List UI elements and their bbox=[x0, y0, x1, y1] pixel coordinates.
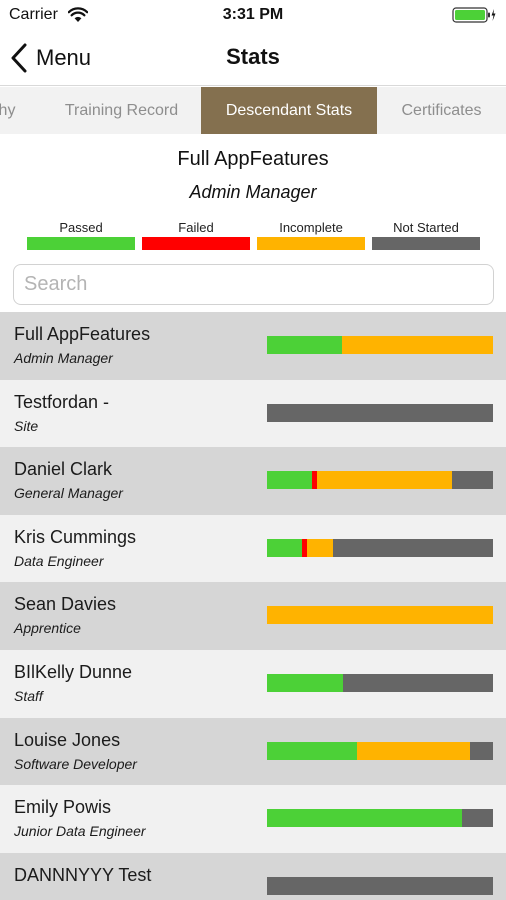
person-name: DANNNYYY Test bbox=[14, 864, 152, 885]
people-list: Full AppFeatures Admin Manager Testfordan … bbox=[0, 312, 506, 900]
progress-segment-passed bbox=[267, 673, 343, 692]
person-name: Full AppFeatures bbox=[14, 324, 151, 344]
person-row[interactable]: Daniel Clark General Manager bbox=[0, 447, 506, 515]
legend-passed: Passed bbox=[27, 219, 135, 250]
progress-bar bbox=[267, 741, 493, 760]
progress-segment-not-started bbox=[452, 471, 493, 490]
status-legend: Passed Failed Incomplete Not Started bbox=[27, 219, 481, 253]
progress-segment-not-started bbox=[267, 403, 493, 422]
progress-bar bbox=[267, 336, 493, 354]
progress-segment-not-started bbox=[342, 673, 493, 692]
person-role: Junior Data Engineer bbox=[14, 823, 146, 840]
person-row[interactable]: Kris Cummings Data Engineer bbox=[0, 514, 506, 583]
progress-segment-not-started bbox=[332, 538, 493, 557]
progress-segment-passed bbox=[267, 809, 463, 828]
person-role: Admin Manager bbox=[14, 350, 113, 366]
person-name: Testfordan - bbox=[14, 391, 110, 412]
person-row[interactable]: DANNNYYY Test bbox=[0, 852, 506, 900]
selected-person-role: Admin Manager bbox=[189, 182, 317, 202]
person-row[interactable]: Testfordan - Site bbox=[0, 379, 506, 448]
person-name: Louise Jones bbox=[14, 729, 121, 750]
progress-bar bbox=[267, 471, 493, 490]
progress-segment-passed bbox=[267, 336, 342, 354]
progress-segment-incomplete bbox=[306, 538, 333, 557]
person-role: General Manager bbox=[14, 485, 123, 502]
person-row[interactable]: Sean Davies Apprentice bbox=[0, 582, 506, 650]
status-bar: Carrier 3:31 PM bbox=[0, 0, 506, 30]
legend-label: Not Started bbox=[393, 220, 459, 235]
person-row[interactable]: BIlKelly Dunne Staff bbox=[0, 649, 506, 718]
person-role: Staff bbox=[14, 687, 43, 704]
search-box bbox=[13, 264, 494, 305]
progress-segment-incomplete bbox=[341, 336, 493, 354]
tab-training-record[interactable]: Training Record bbox=[42, 87, 201, 134]
page-title: Stats bbox=[226, 44, 280, 69]
stats-screen: Carrier 3:31 PM Menu Stats hy Training R… bbox=[0, 0, 506, 900]
person-name: Kris Cummings bbox=[14, 526, 137, 547]
legend-label: Failed bbox=[178, 220, 214, 235]
progress-segment-passed bbox=[267, 538, 303, 557]
selected-person-name: Full AppFeatures bbox=[177, 148, 329, 170]
person-name: Emily Powis bbox=[14, 797, 112, 818]
clock: 3:31 PM bbox=[222, 6, 284, 23]
legend-failed: Failed bbox=[142, 219, 250, 250]
progress-segment-incomplete bbox=[267, 606, 493, 625]
person-row[interactable]: Louise Jones Software Developer bbox=[0, 717, 506, 786]
progress-segment-incomplete bbox=[316, 471, 453, 490]
search-input[interactable] bbox=[14, 265, 493, 304]
legend-swatch bbox=[27, 237, 135, 250]
progress-bar bbox=[267, 606, 493, 625]
progress-bar bbox=[267, 809, 493, 828]
legend-label: Incomplete bbox=[279, 220, 343, 235]
person-name: Sean Davies bbox=[14, 594, 117, 615]
progress-bar bbox=[267, 538, 493, 557]
progress-bar bbox=[267, 673, 493, 692]
person-role: Data Engineer bbox=[14, 552, 104, 569]
person-role: Site bbox=[14, 417, 39, 434]
person-row[interactable]: Emily Powis Junior Data Engineer bbox=[0, 785, 506, 853]
progress-segment-incomplete bbox=[357, 741, 471, 760]
battery-icon bbox=[452, 7, 496, 23]
person-name: BIlKelly Dunne bbox=[14, 661, 133, 682]
legend-not-started: Not Started bbox=[372, 219, 480, 250]
person-row[interactable]: Full AppFeatures Admin Manager bbox=[0, 312, 506, 380]
legend-swatch bbox=[142, 237, 250, 250]
tab-certificates[interactable]: Certificates bbox=[377, 87, 506, 134]
tab-descendant-stats[interactable]: Descendant Stats bbox=[201, 87, 377, 134]
progress-bar bbox=[267, 403, 493, 422]
legend-label: Passed bbox=[59, 220, 103, 235]
progress-segment-not-started bbox=[462, 809, 493, 828]
person-name: Daniel Clark bbox=[14, 459, 113, 480]
progress-segment-not-started bbox=[470, 741, 493, 760]
progress-segment-passed bbox=[267, 471, 313, 490]
tab-bar: hy Training Record Descendant Stats Cert… bbox=[0, 87, 506, 134]
progress-segment-passed bbox=[267, 741, 358, 760]
progress-segment-not-started bbox=[267, 876, 493, 895]
navigation-bar: Menu Stats bbox=[0, 30, 506, 86]
legend-swatch bbox=[372, 237, 480, 250]
legend-incomplete: Incomplete bbox=[257, 219, 365, 250]
tab-hierarchy[interactable]: hy bbox=[0, 87, 42, 134]
person-role: Apprentice bbox=[14, 620, 81, 637]
progress-bar bbox=[267, 876, 493, 895]
legend-swatch bbox=[257, 237, 365, 250]
person-role: Software Developer bbox=[14, 755, 137, 772]
